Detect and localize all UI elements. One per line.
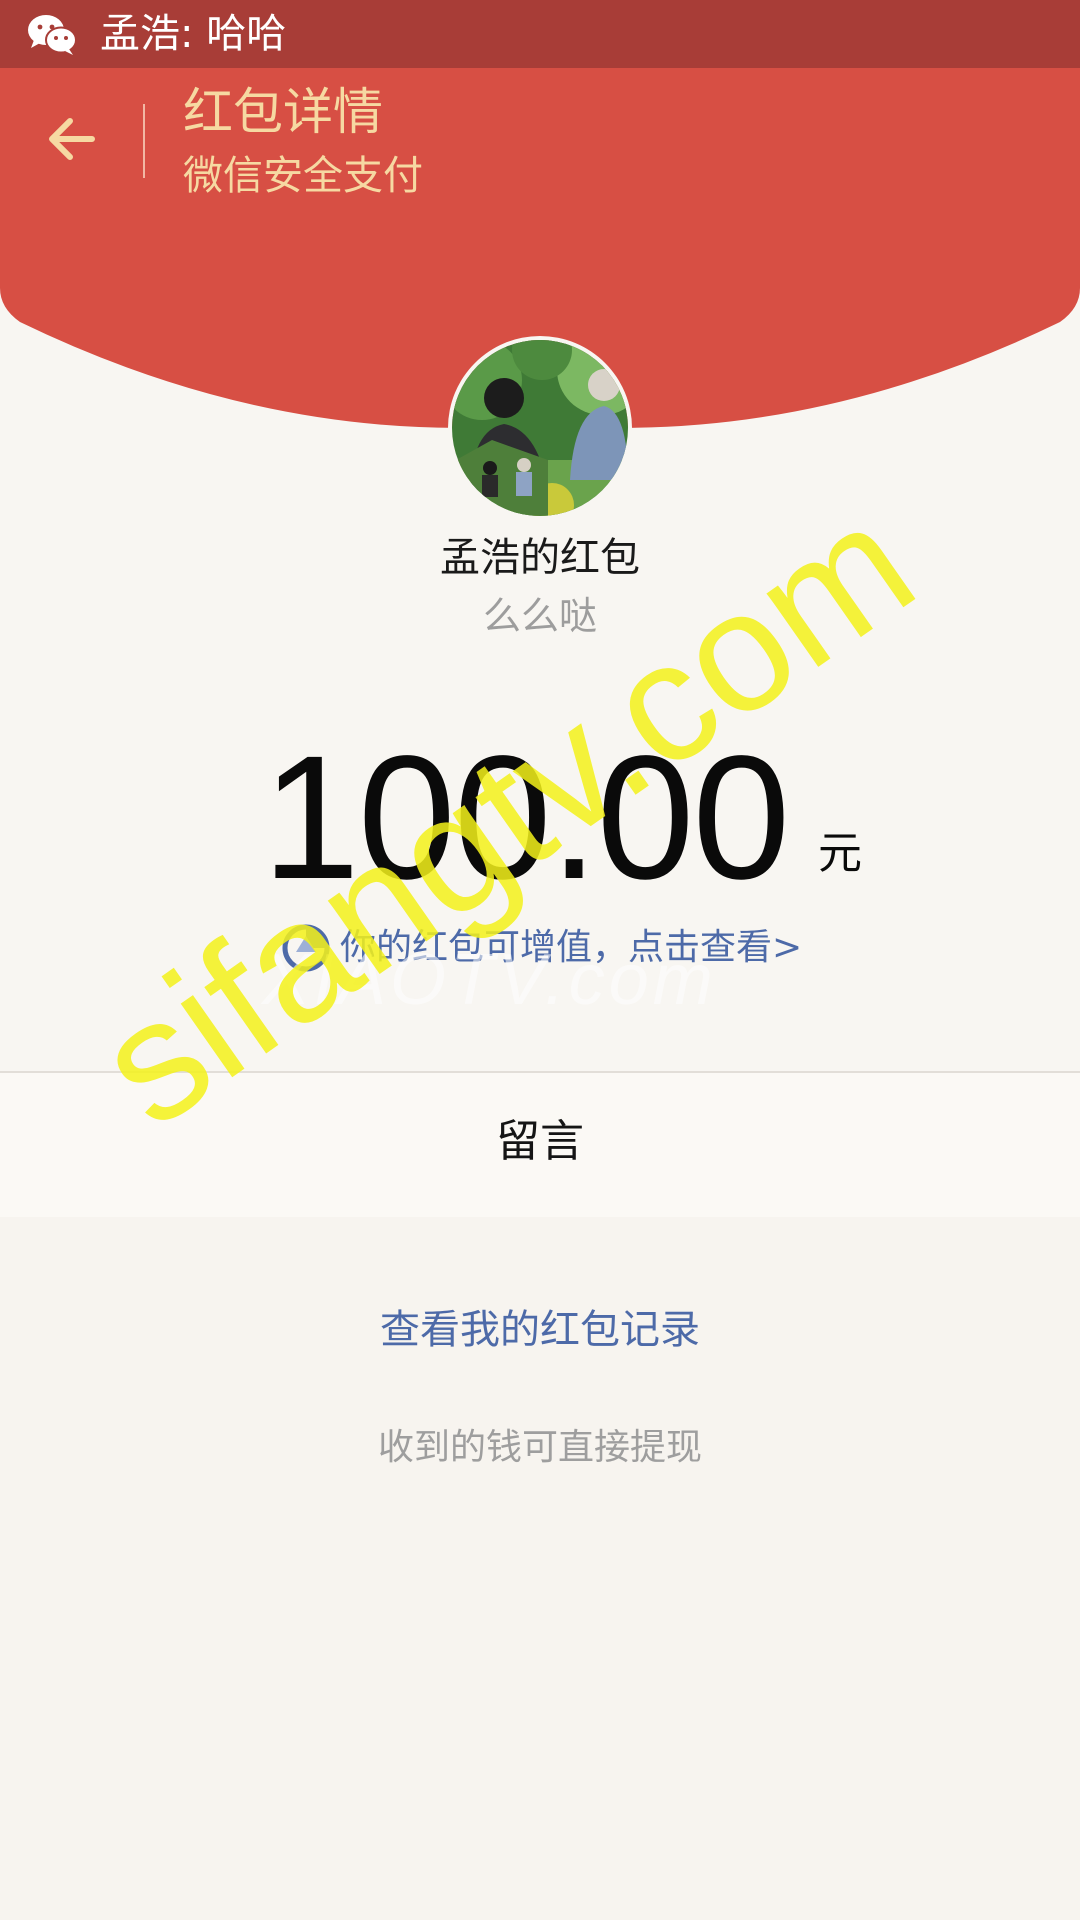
notification-bar[interactable]: 孟浩: 哈哈 <box>0 0 1080 68</box>
wechat-icon <box>26 12 78 56</box>
amount-value: 100.00 <box>262 720 790 916</box>
page-subtitle: 微信安全支付 <box>183 153 423 199</box>
message-label[interactable]: 留言 <box>0 1112 1080 1172</box>
notification-text: 孟浩: 哈哈 <box>100 11 287 57</box>
amount-unit: 元 <box>818 828 862 879</box>
back-button[interactable] <box>40 110 102 172</box>
promo-link[interactable]: 你的红包可增值，点击查看> <box>282 920 802 976</box>
header-divider <box>143 104 145 178</box>
sender-name: 孟浩的红包 <box>440 535 640 581</box>
promo-text: 你的红包可增值，点击查看> <box>340 927 803 968</box>
page-title: 红包详情 <box>183 83 383 141</box>
greeting-text: 么么哒 <box>482 594 597 638</box>
view-records-link[interactable]: 查看我的红包记录 <box>0 1302 1080 1358</box>
withdraw-tip: 收到的钱可直接提现 <box>377 1427 702 1468</box>
sender-avatar[interactable] <box>452 340 628 516</box>
coin-badge-icon <box>282 924 330 972</box>
arrow-left-icon <box>46 116 96 166</box>
